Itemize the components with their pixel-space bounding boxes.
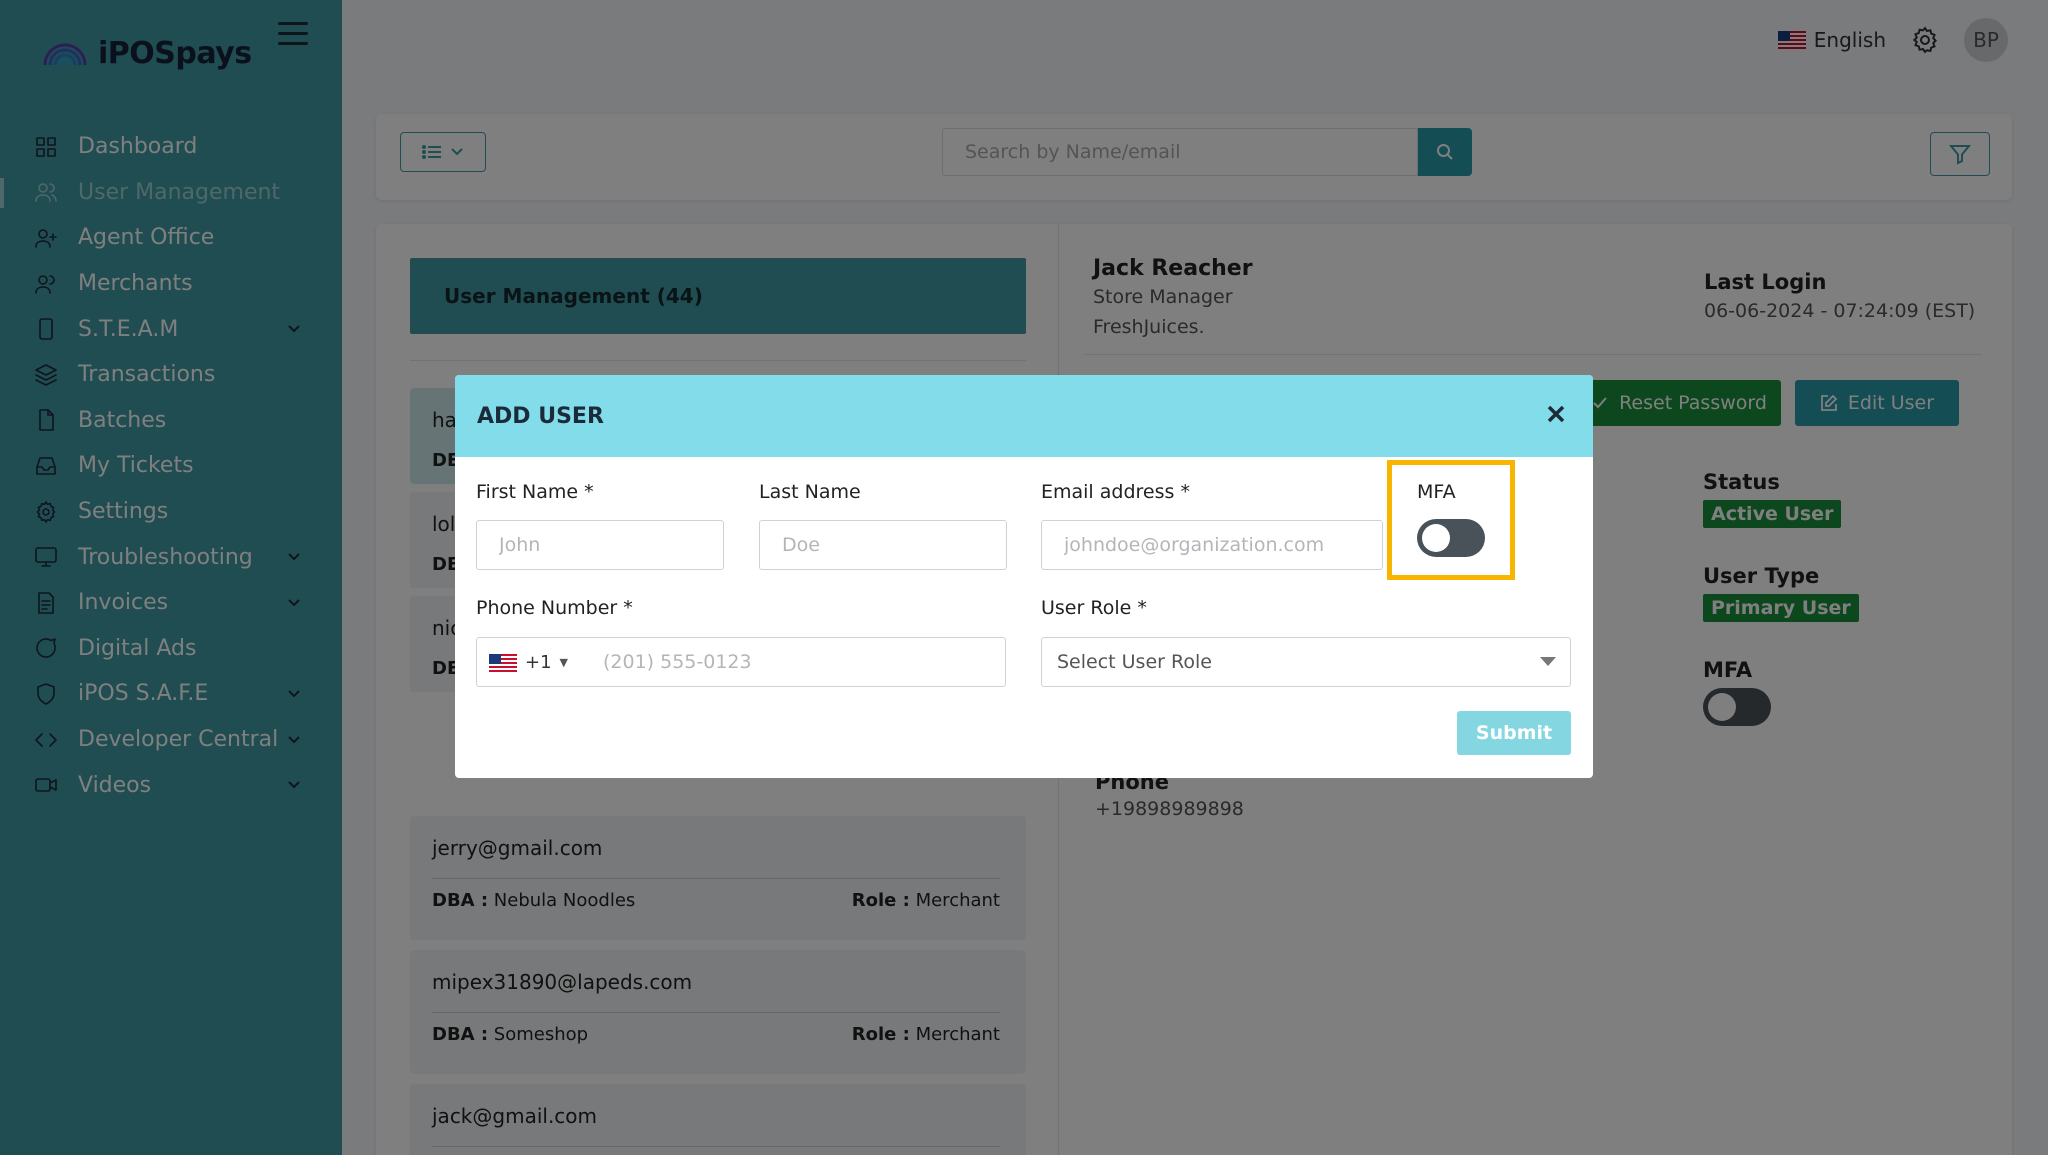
submit-button[interactable]: Submit bbox=[1457, 711, 1571, 755]
close-icon[interactable] bbox=[1541, 399, 1571, 429]
modal-title: ADD USER bbox=[477, 403, 604, 429]
phone-input[interactable] bbox=[603, 639, 999, 685]
mfa-highlight-box bbox=[1387, 460, 1515, 580]
phone-field: +1 ▼ bbox=[476, 637, 1006, 687]
user-role-select[interactable]: Select User Role bbox=[1041, 637, 1571, 687]
user-role-label: User Role * bbox=[1041, 597, 1147, 619]
caret-down-icon bbox=[1540, 657, 1556, 666]
add-user-modal: ADD USER First Name * Last Name Email ad… bbox=[455, 375, 1593, 778]
email-label: Email address * bbox=[1041, 481, 1190, 503]
phone-number-label: Phone Number * bbox=[476, 597, 633, 619]
country-code-selector[interactable]: +1 ▼ bbox=[489, 652, 568, 673]
last-name-input[interactable] bbox=[759, 520, 1007, 570]
last-name-label: Last Name bbox=[759, 481, 861, 503]
modal-header: ADD USER bbox=[455, 375, 1593, 457]
user-role-placeholder: Select User Role bbox=[1057, 651, 1212, 673]
first-name-input[interactable] bbox=[476, 520, 724, 570]
country-code: +1 bbox=[525, 652, 552, 673]
caret-down-icon: ▼ bbox=[559, 656, 569, 669]
first-name-label: First Name * bbox=[476, 481, 594, 503]
email-field[interactable] bbox=[1041, 520, 1383, 570]
us-flag-icon bbox=[489, 653, 517, 672]
